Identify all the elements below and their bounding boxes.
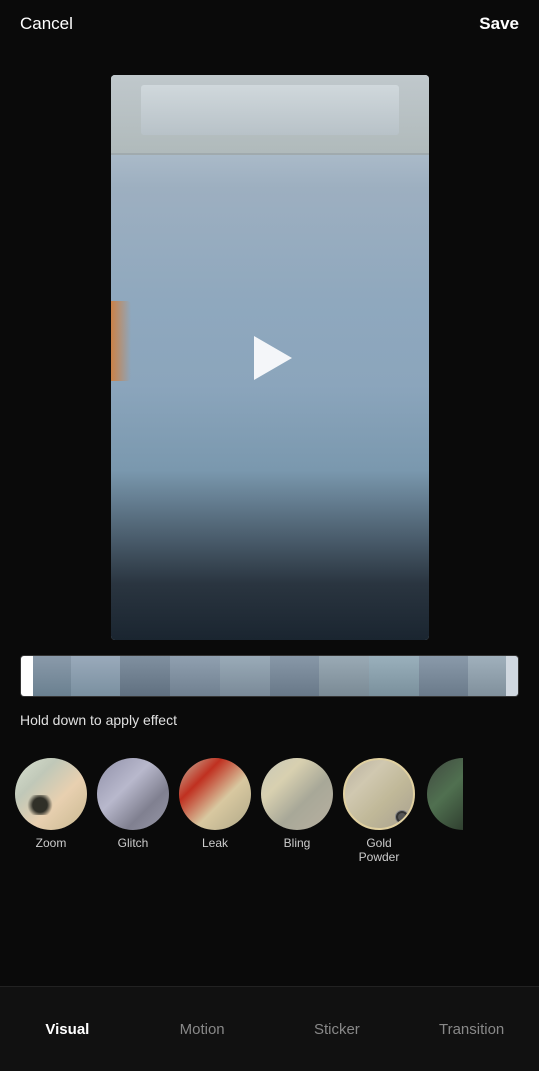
effects-row: Zoom Glitch Leak Bling GoldPowder <box>0 748 539 875</box>
effect-circle-glitch <box>97 758 169 830</box>
tab-bar: Visual Motion Sticker Transition <box>0 986 539 1071</box>
timeline-frame <box>170 656 220 696</box>
effect-circle-gold-powder <box>343 758 415 830</box>
header: Cancel Save <box>0 0 539 48</box>
effect-label-gold-powder: GoldPowder <box>359 836 400 865</box>
effect-bling[interactable]: Bling <box>261 758 333 850</box>
tab-transition[interactable]: Transition <box>404 1011 539 1048</box>
timeline-track[interactable] <box>20 655 519 697</box>
timeline-frame <box>220 656 270 696</box>
video-glow <box>111 301 131 381</box>
tab-visual[interactable]: Visual <box>0 1011 135 1048</box>
timeline-frame <box>71 656 121 696</box>
play-button[interactable] <box>240 328 300 388</box>
timeline-border-top <box>33 655 506 656</box>
effect-glitch[interactable]: Glitch <box>97 758 169 850</box>
video-top-structure <box>111 75 429 155</box>
effect-label-leak: Leak <box>202 836 228 850</box>
effect-gold-powder[interactable]: GoldPowder <box>343 758 415 865</box>
save-button[interactable]: Save <box>479 14 519 34</box>
effect-label-bling: Bling <box>284 836 311 850</box>
effect-leak[interactable]: Leak <box>179 758 251 850</box>
timeline-frame <box>270 656 320 696</box>
timeline-frame <box>120 656 170 696</box>
effect-circle-bling <box>261 758 333 830</box>
timeline-container <box>20 655 519 697</box>
tab-label-motion: Motion <box>180 1021 225 1038</box>
tab-label-sticker: Sticker <box>314 1021 360 1038</box>
effect-zoom[interactable]: Zoom <box>15 758 87 850</box>
play-icon <box>254 336 292 380</box>
timeline-frame <box>319 656 369 696</box>
tab-motion[interactable]: Motion <box>135 1011 270 1048</box>
effect-circle-leak <box>179 758 251 830</box>
effect-label-zoom: Zoom <box>36 836 67 850</box>
tab-sticker[interactable]: Sticker <box>270 1011 405 1048</box>
timeline-frame <box>419 656 469 696</box>
effect-circle-partial <box>427 758 463 830</box>
effect-circle-zoom <box>15 758 87 830</box>
cancel-button[interactable]: Cancel <box>20 14 73 34</box>
timeline-frames <box>21 656 518 696</box>
timeline-frame <box>369 656 419 696</box>
video-preview[interactable] <box>111 75 429 640</box>
effect-label-glitch: Glitch <box>118 836 149 850</box>
effect-partial[interactable] <box>425 758 465 836</box>
timeline-handle-right[interactable] <box>506 655 518 697</box>
tab-label-transition: Transition <box>439 1021 504 1038</box>
video-wing-detail <box>141 85 399 135</box>
timeline-handle-left[interactable] <box>21 655 33 697</box>
video-background <box>111 75 429 640</box>
timeline-border-bottom <box>33 696 506 697</box>
instruction-text: Hold down to apply effect <box>20 712 177 728</box>
tab-label-visual: Visual <box>45 1021 89 1038</box>
